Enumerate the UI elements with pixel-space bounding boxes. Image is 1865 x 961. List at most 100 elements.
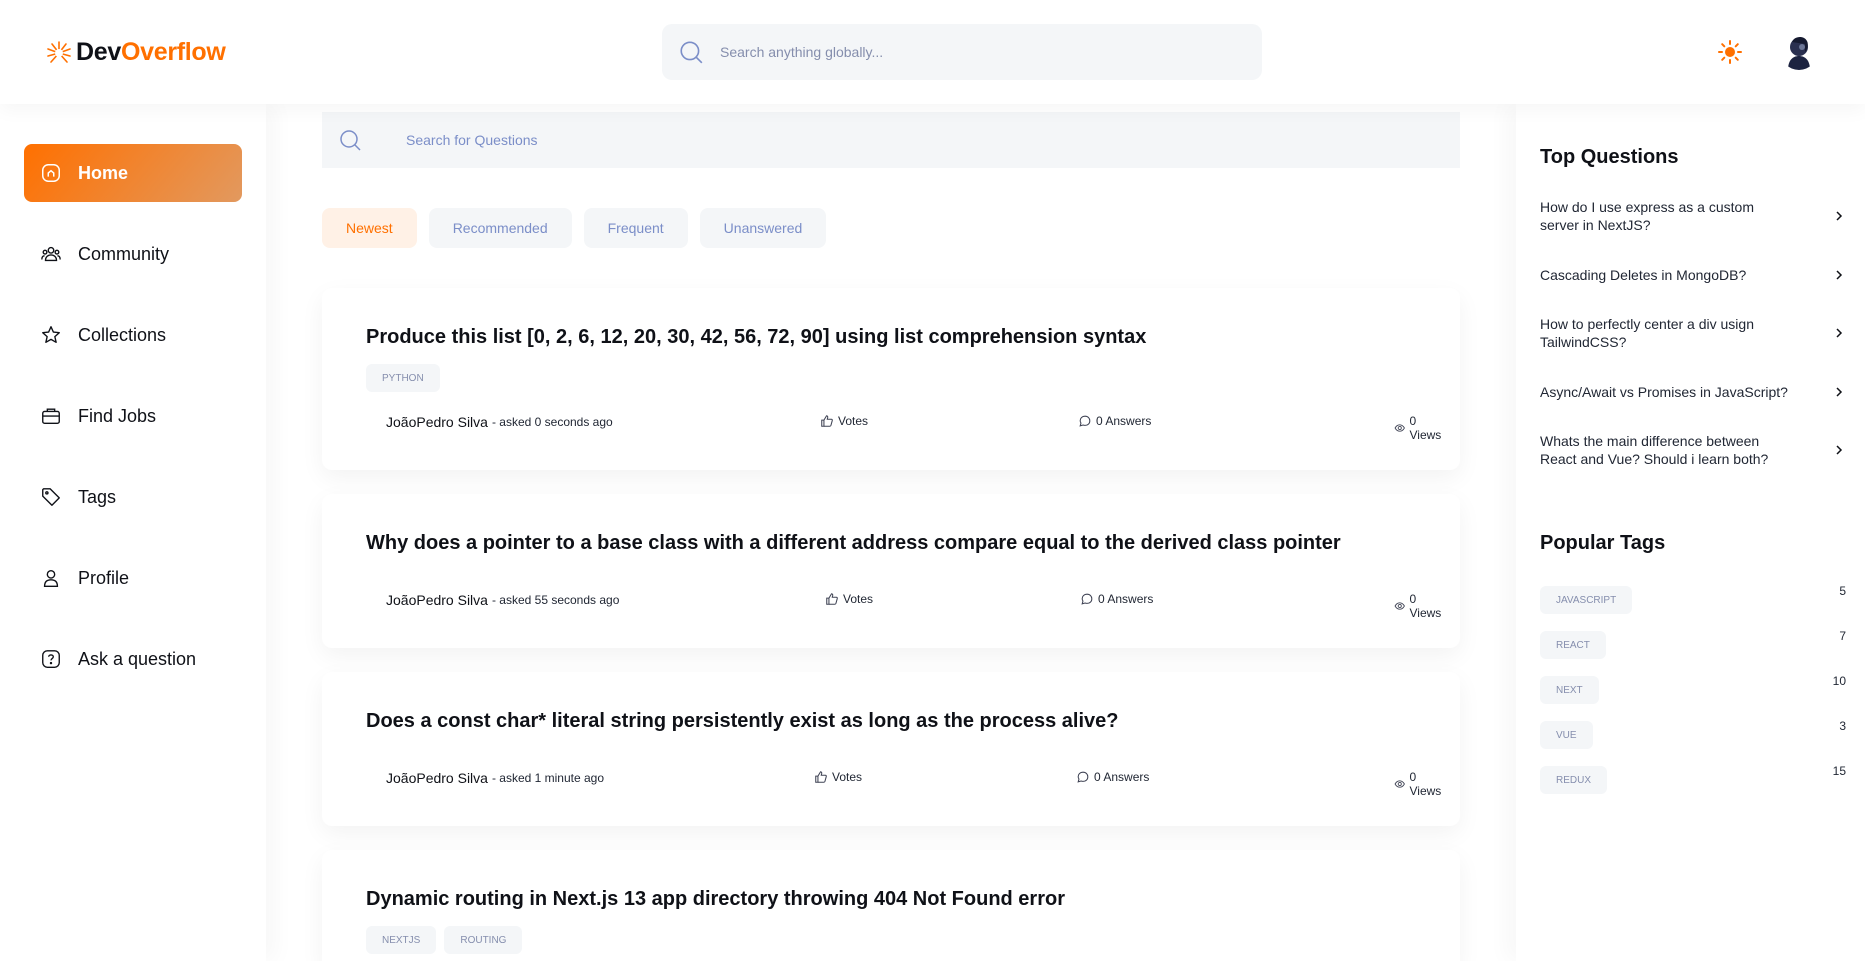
asked-time: - asked 55 seconds ago: [491, 593, 620, 607]
question-title[interactable]: Why does a pointer to a base class with …: [366, 530, 1416, 556]
eye-icon: [1394, 424, 1405, 432]
eye-icon: [1394, 780, 1405, 788]
question-title[interactable]: Does a const char* literal string persis…: [366, 708, 1416, 734]
search-icon: [340, 130, 361, 151]
chevron-right-icon: [1836, 445, 1843, 455]
chevron-right-icon: [1836, 270, 1843, 280]
answers-metric: 0 Answers: [1076, 770, 1149, 784]
popular-tags-heading: Popular Tags: [1540, 532, 1666, 554]
top-question-item[interactable]: How to perfectly center a div usign Tail…: [1540, 315, 1846, 351]
views-label: 0 Views: [1409, 770, 1442, 798]
views-label: 0 Views: [1409, 592, 1442, 620]
sidebar-item-label: Ask a question: [78, 648, 197, 669]
votes-label: Votes: [832, 770, 863, 784]
filter-recommended[interactable]: Recommended: [428, 208, 572, 248]
views-metric: 0 Views: [1394, 770, 1444, 798]
popular-tag[interactable]: NEXT: [1540, 676, 1599, 704]
avatar[interactable]: [1780, 32, 1818, 70]
question-card: Does a const char* literal string persis…: [322, 672, 1460, 826]
sun-icon: [1718, 40, 1742, 64]
filter-newest[interactable]: Newest: [322, 208, 417, 248]
popular-tag[interactable]: JAVASCRIPT: [1540, 586, 1633, 614]
question-title[interactable]: Produce this list [0, 2, 6, 12, 20, 30, …: [366, 324, 1416, 350]
question-tags: NEXTJS ROUTING: [366, 926, 1416, 954]
popular-tag-item: REDUX 15: [1540, 764, 1846, 796]
chevron-right-icon: [1836, 328, 1843, 338]
top-navbar: DevOverflow: [0, 0, 1865, 104]
answers-metric: 0 Answers: [1078, 414, 1151, 428]
logo-link[interactable]: DevOverflow: [46, 38, 226, 67]
sidebar-item-label: Tags: [78, 486, 117, 507]
question-author[interactable]: JoãoPedro Silva - asked 55 seconds ago: [386, 592, 619, 608]
sidebar-item-tags[interactable]: Tags: [24, 468, 242, 526]
message-icon: [1081, 593, 1093, 605]
votes-metric: Votes: [825, 592, 873, 606]
top-question-text: Whats the main difference between React …: [1540, 433, 1769, 467]
answers-label: 0 Answers: [1094, 770, 1150, 784]
popular-tag[interactable]: REDUX: [1540, 766, 1608, 794]
votes-metric: Votes: [820, 414, 868, 428]
question-tags: PYTHON: [366, 364, 1416, 392]
logo-text: DevOverflow: [76, 38, 226, 67]
tag-icon: [42, 488, 60, 506]
filter-tabs: Newest Recommended Frequent Unanswered: [322, 208, 827, 248]
chevron-right-icon: [1836, 387, 1843, 397]
question-tag[interactable]: ROUTING: [444, 926, 523, 954]
sidebar-item-collections[interactable]: Collections: [24, 306, 242, 364]
sidebar-item-ask-question[interactable]: Ask a question: [24, 630, 242, 688]
popular-tag-item: NEXT 10: [1540, 674, 1846, 706]
local-search: [322, 112, 1460, 168]
top-question-item[interactable]: Async/Await vs Promises in JavaScript?: [1540, 383, 1846, 401]
filter-unanswered[interactable]: Unanswered: [699, 208, 827, 248]
right-sidebar: Top Questions How do I use express as a …: [1516, 104, 1865, 961]
asked-time: - asked 0 seconds ago: [491, 415, 613, 429]
popular-tag-item: VUE 3: [1540, 719, 1846, 751]
question-card: Dynamic routing in Next.js 13 app direct…: [322, 850, 1460, 961]
sidebar-item-profile[interactable]: Profile: [24, 549, 242, 607]
views-metric: 0 Views: [1394, 592, 1444, 620]
top-question-item[interactable]: How do I use express as a custom server …: [1540, 198, 1846, 234]
question-meta: JoãoPedro Silva - asked 55 seconds ago V…: [366, 592, 1441, 620]
theme-toggle-button[interactable]: [1716, 38, 1744, 66]
global-search: [662, 24, 1262, 80]
sidebar-item-find-jobs[interactable]: Find Jobs: [24, 387, 242, 445]
sidebar-item-community[interactable]: Community: [24, 225, 242, 283]
question-title[interactable]: Dynamic routing in Next.js 13 app direct…: [366, 886, 1416, 912]
logo-text-overflow: Overflow: [120, 38, 226, 66]
sidebar-item-label: Home: [78, 162, 129, 183]
suitcase-icon: [42, 408, 60, 425]
votes-label: Votes: [843, 592, 874, 606]
left-sidebar: Home Community Collections Find Jobs Tag…: [0, 104, 266, 961]
votes-label: Votes: [838, 414, 869, 428]
question-search-input[interactable]: [406, 132, 1306, 148]
popular-tag[interactable]: VUE: [1540, 721, 1593, 749]
views-metric: 0 Views: [1394, 414, 1444, 442]
search-icon: [680, 41, 703, 64]
sidebar-item-label: Profile: [78, 567, 130, 588]
user-icon: [43, 569, 59, 587]
asked-time: - asked 1 minute ago: [491, 771, 605, 785]
answers-label: 0 Answers: [1098, 592, 1154, 606]
tag-count: 3: [1839, 719, 1846, 733]
question-author[interactable]: JoãoPedro Silva - asked 0 seconds ago: [386, 414, 613, 430]
top-question-text: Cascading Deletes in MongoDB?: [1540, 267, 1747, 283]
question-tag[interactable]: PYTHON: [366, 364, 440, 392]
popular-tag[interactable]: REACT: [1540, 631, 1606, 659]
message-icon: [1079, 415, 1091, 427]
top-question-item[interactable]: Whats the main difference between React …: [1540, 432, 1846, 468]
top-question-item[interactable]: Cascading Deletes in MongoDB?: [1540, 266, 1846, 284]
global-search-input[interactable]: [720, 44, 1220, 60]
top-questions-heading: Top Questions: [1540, 146, 1679, 168]
sidebar-item-home[interactable]: Home: [24, 144, 242, 202]
sidebar-item-label: Collections: [78, 324, 167, 345]
question-author[interactable]: JoãoPedro Silva - asked 1 minute ago: [386, 770, 604, 786]
filter-frequent[interactable]: Frequent: [583, 208, 688, 248]
users-icon: [41, 246, 61, 262]
eye-icon: [1394, 602, 1405, 610]
question-icon: [42, 650, 60, 668]
question-tag[interactable]: NEXTJS: [366, 926, 437, 954]
thumbs-up-icon: [821, 415, 833, 427]
avatar-image: [1780, 32, 1818, 70]
popular-tag-item: REACT 7: [1540, 629, 1846, 661]
votes-metric: Votes: [814, 770, 862, 784]
